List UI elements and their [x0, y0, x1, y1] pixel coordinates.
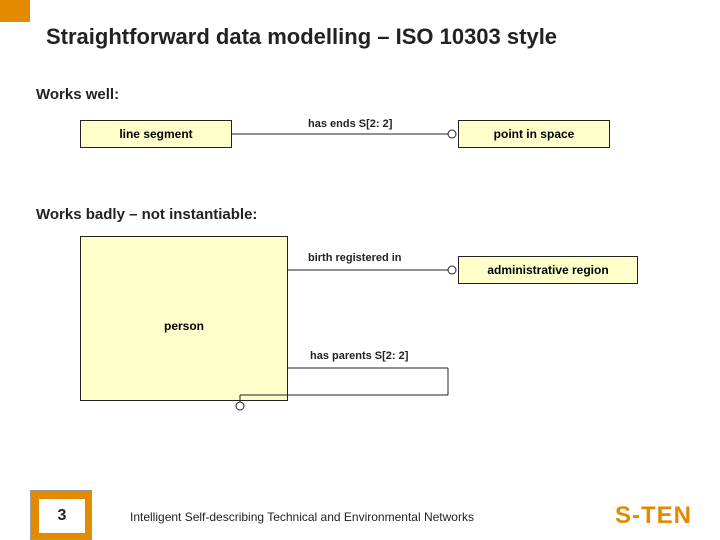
section-works-well: Works well:: [36, 86, 119, 103]
slide-number-box: 3: [30, 490, 92, 540]
entity-label: line segment: [119, 127, 192, 141]
entity-label: point in space: [494, 127, 575, 141]
slide-corner-accent: [0, 0, 30, 22]
relation-has-ends: has ends S[2: 2]: [308, 118, 392, 130]
entity-line-segment: line segment: [80, 120, 232, 148]
slide-footer: 3 Intelligent Self-describing Technical …: [0, 490, 720, 540]
footer-brand: S-TEN: [615, 502, 692, 530]
entity-label: person: [164, 319, 204, 333]
relation-has-parents: has parents S[2: 2]: [310, 350, 408, 362]
section-works-badly: Works badly – not instantiable:: [36, 206, 257, 223]
slide-number: 3: [39, 499, 85, 533]
relation-birth-registered: birth registered in: [308, 252, 402, 264]
entity-label: administrative region: [487, 263, 608, 277]
slide-title: Straightforward data modelling – ISO 103…: [46, 24, 557, 50]
entity-point-in-space: point in space: [458, 120, 610, 148]
footer-caption: Intelligent Self-describing Technical an…: [130, 510, 474, 524]
entity-person: person: [80, 236, 288, 401]
entity-administrative-region: administrative region: [458, 256, 638, 284]
